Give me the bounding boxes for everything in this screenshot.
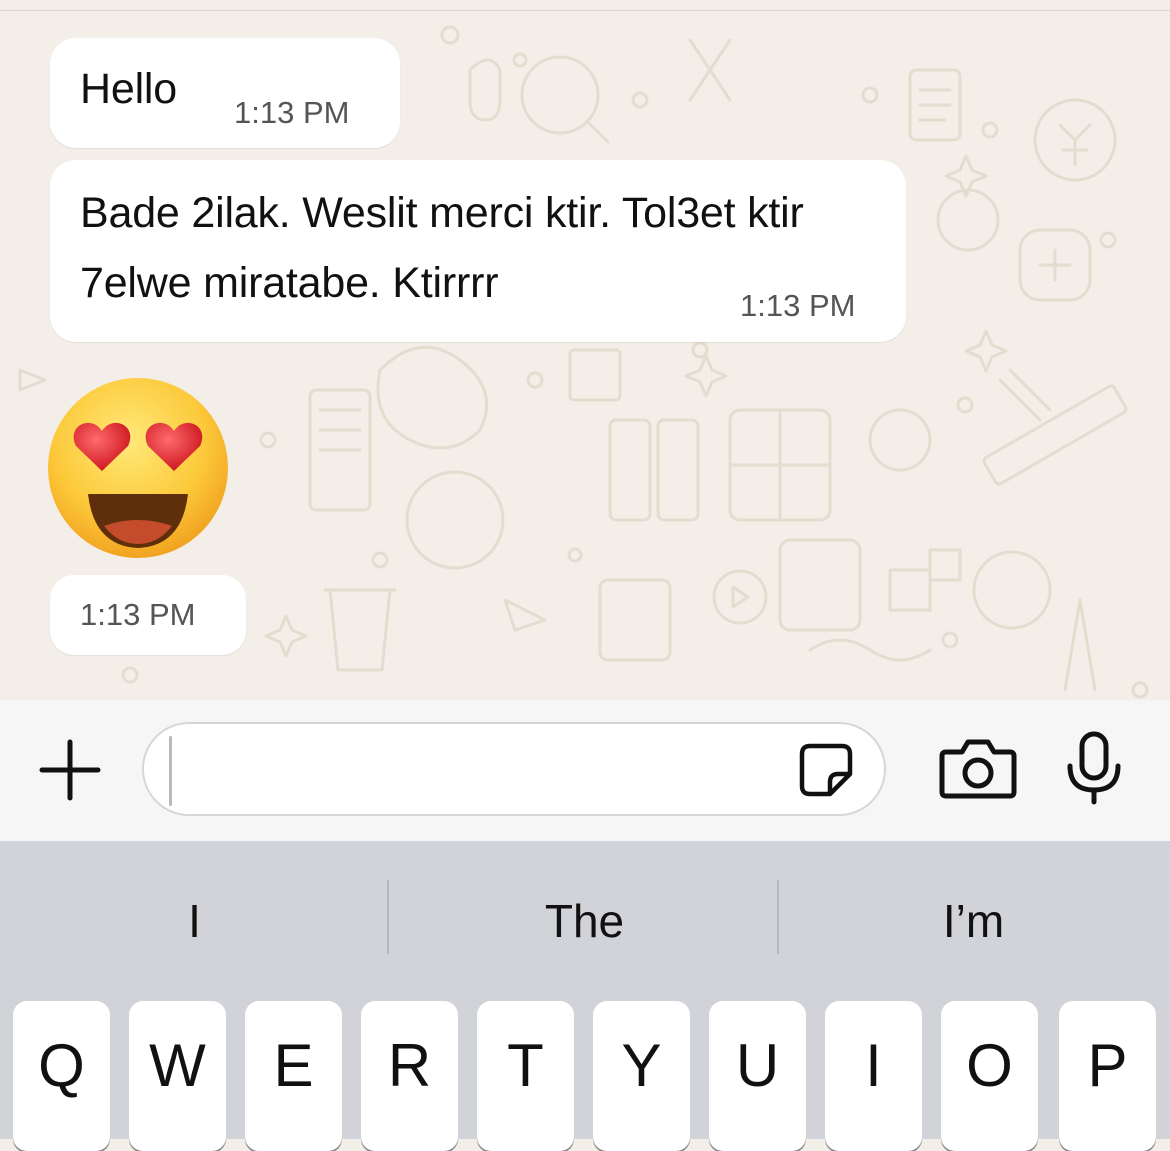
key-u[interactable]: U xyxy=(709,1001,806,1151)
key-i[interactable]: I xyxy=(825,1001,922,1151)
key-r[interactable]: R xyxy=(361,1001,458,1151)
keyboard-suggestion[interactable]: The xyxy=(390,893,779,949)
message-timestamp: 1:13 PM xyxy=(740,288,856,323)
message-input[interactable] xyxy=(142,722,886,816)
key-y[interactable]: Y xyxy=(593,1001,690,1151)
message-timestamp: 1:13 PM xyxy=(80,597,196,632)
incoming-message-bubble[interactable]: Bade 2ilak. Weslit merci ktir. Tol3et kt… xyxy=(50,160,906,342)
camera-icon[interactable] xyxy=(938,734,1018,804)
sticker-icon[interactable] xyxy=(796,740,856,800)
key-o[interactable]: O xyxy=(941,1001,1038,1151)
key-w[interactable]: W xyxy=(129,1001,226,1151)
key-p[interactable]: P xyxy=(1059,1001,1156,1151)
smiling-face-with-heart-eyes-emoji[interactable] xyxy=(46,376,230,560)
key-e[interactable]: E xyxy=(245,1001,342,1151)
plus-icon[interactable] xyxy=(38,738,102,802)
chat-area: Hello 1:13 PM Bade 2ilak. Weslit merci k… xyxy=(0,0,1170,700)
keyboard-suggestion[interactable]: I xyxy=(0,893,389,949)
keyboard-suggestion[interactable]: I’m xyxy=(779,893,1168,949)
message-timestamp: 1:13 PM xyxy=(234,95,350,130)
text-caret xyxy=(169,736,172,806)
key-q[interactable]: Q xyxy=(13,1001,110,1151)
message-text: Hello xyxy=(80,65,177,113)
incoming-message-bubble[interactable]: Hello 1:13 PM xyxy=(50,38,400,148)
microphone-icon[interactable] xyxy=(1064,730,1124,806)
suggestion-divider xyxy=(387,880,389,954)
key-t[interactable]: T xyxy=(477,1001,574,1151)
message-timestamp-bubble: 1:13 PM xyxy=(50,575,246,655)
